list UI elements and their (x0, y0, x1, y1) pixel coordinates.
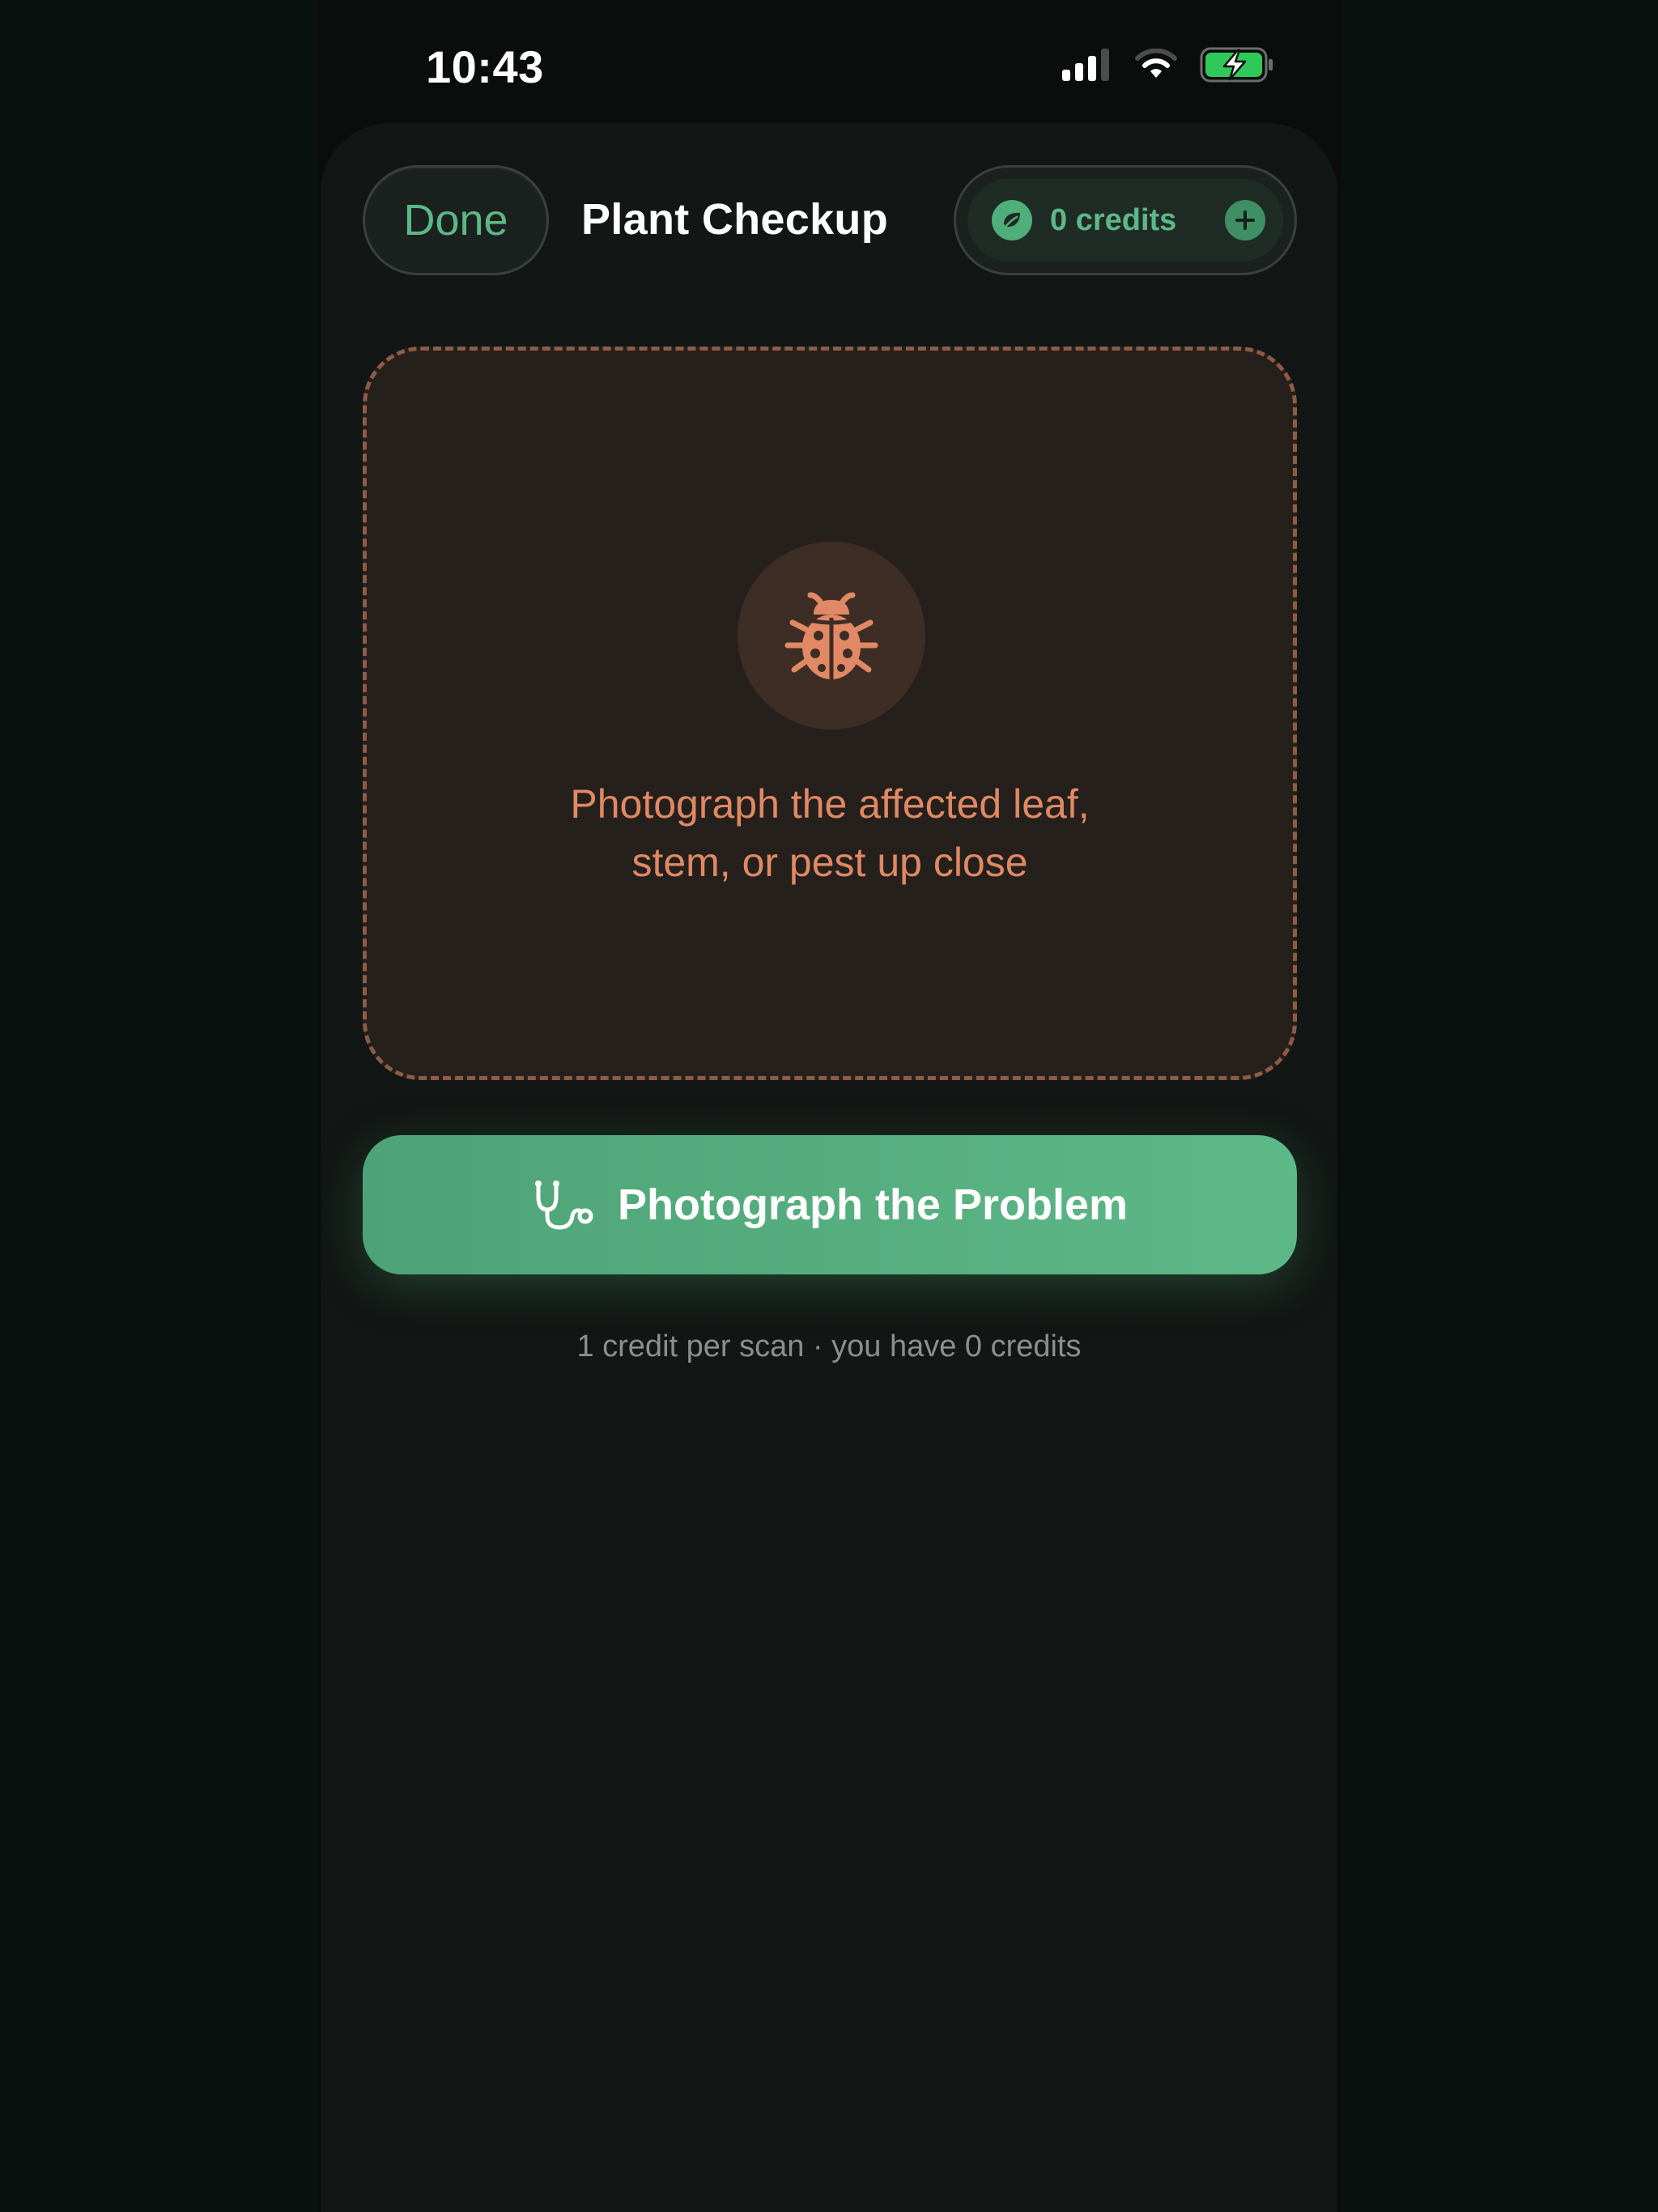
ladybug-icon (784, 592, 878, 679)
drop-hint-line-1: Photograph the affected leaf, (570, 781, 1090, 827)
status-time: 10:43 (426, 41, 544, 92)
credits-pill-inner: 0 credits (967, 179, 1283, 262)
photo-drop-zone[interactable]: Photograph the affected leaf, stem, or p… (363, 347, 1297, 1080)
credits-footnote: 1 credit per scan · you have 0 credits (576, 1329, 1082, 1363)
credits-button[interactable]: 0 credits (954, 165, 1297, 275)
done-button[interactable]: Done (363, 165, 549, 275)
cellular-signal-icon (1062, 49, 1109, 81)
photograph-problem-label: Photograph the Problem (617, 1180, 1129, 1229)
credits-count: 0 credits (1050, 202, 1177, 237)
page-title: Plant Checkup (581, 195, 888, 244)
plant-checkup-sheet: Done Plant Checkup 0 credits Photograph … (321, 123, 1337, 2212)
stethoscope-icon (534, 1180, 593, 1230)
phone-screen: 10:43 Done Plant Checkup 0 credits Photo… (317, 0, 1341, 2212)
status-icons (1062, 47, 1274, 83)
app-background: 10:43 Done Plant Checkup 0 credits Photo… (0, 0, 1658, 2212)
status-bar: 10:43 (317, 0, 1341, 123)
battery-charging-icon (1200, 47, 1273, 83)
drop-hint-line-2: stem, or pest up close (631, 840, 1028, 885)
photograph-problem-button[interactable]: Photograph the Problem (363, 1135, 1297, 1274)
wifi-icon (1135, 49, 1177, 78)
ladybug-icon-badge (738, 542, 925, 730)
leaf-icon (992, 200, 1032, 240)
drop-hint: Photograph the affected leaf, stem, or p… (367, 775, 1293, 891)
plus-icon[interactable] (1225, 200, 1265, 240)
